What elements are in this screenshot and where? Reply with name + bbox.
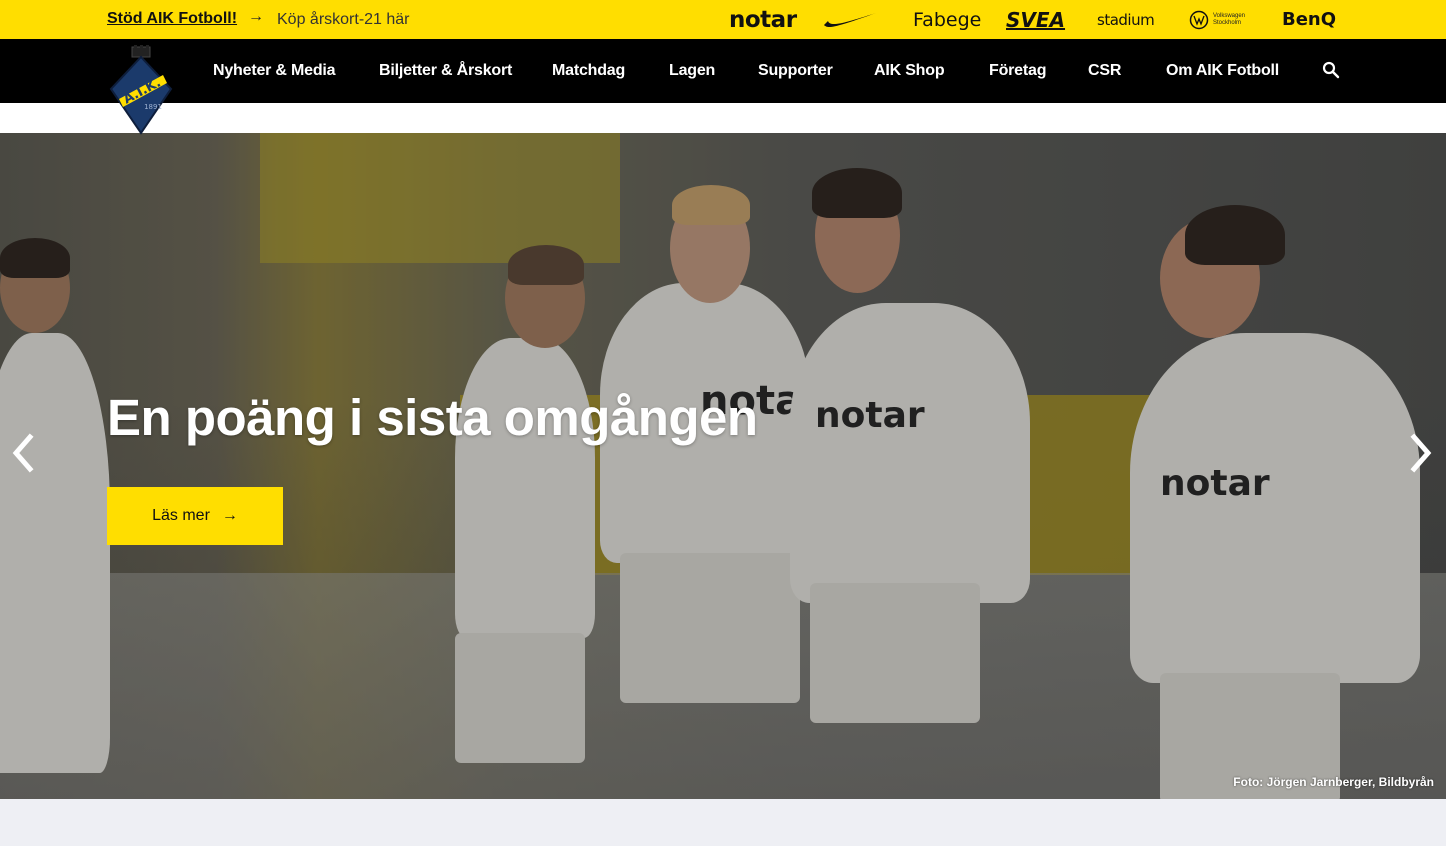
- sponsor-fabege-logo[interactable]: Fabege: [913, 0, 981, 39]
- hero-overlay: [0, 133, 1446, 799]
- read-more-label: Läs mer: [152, 507, 210, 524]
- sponsor-nike-logo[interactable]: [822, 0, 878, 39]
- vw-text-line2: Stockholm: [1213, 19, 1242, 26]
- nav-item-supporter[interactable]: Supporter: [758, 39, 833, 103]
- nav-item-foretag[interactable]: Företag: [989, 39, 1046, 103]
- chevron-right-icon[interactable]: [1408, 431, 1436, 475]
- nav-item-matchdag[interactable]: Matchdag: [552, 39, 625, 103]
- sponsor-notar-logo[interactable]: notar: [729, 0, 797, 39]
- photo-credit: Foto: Jörgen Jarnberger, Bildbyrån: [1233, 775, 1434, 789]
- nav-item-lagen[interactable]: Lagen: [669, 39, 715, 103]
- season-ticket-link[interactable]: Köp årskort-21 här: [277, 11, 410, 29]
- nav-item-om-aik[interactable]: Om AIK Fotboll: [1166, 39, 1279, 103]
- support-link[interactable]: Stöd AIK Fotboll!: [107, 10, 237, 28]
- chevron-left-icon[interactable]: [8, 431, 36, 475]
- sponsor-benq-logo[interactable]: BenQ: [1282, 0, 1336, 39]
- arrow-right-icon: →: [248, 8, 264, 25]
- white-strip: [0, 103, 1446, 133]
- sponsor-svea-logo[interactable]: SVEA: [1006, 0, 1065, 39]
- vw-icon: [1189, 10, 1209, 29]
- read-more-button[interactable]: Läs mer →: [107, 487, 283, 545]
- main-nav: Nyheter & Media Biljetter & Årskort Matc…: [0, 39, 1446, 103]
- nav-item-aik-shop[interactable]: AIK Shop: [874, 39, 945, 103]
- search-icon[interactable]: [1322, 61, 1340, 79]
- sponsor-volkswagen-logo[interactable]: Volkswagen Stockholm: [1189, 0, 1245, 39]
- top-bar: Stöd AIK Fotboll! → Köp årskort-21 här n…: [0, 0, 1446, 39]
- sponsor-stadium-logo[interactable]: stadium: [1097, 0, 1155, 39]
- arrow-right-icon: →: [221, 507, 238, 524]
- svg-text:1891: 1891: [144, 103, 162, 111]
- hero-title: En poäng i sista omgången: [107, 389, 758, 446]
- vw-text-line1: Volkswagen: [1213, 12, 1246, 19]
- nav-item-nyheter[interactable]: Nyheter & Media: [213, 39, 336, 103]
- hero-slider: notar notar notar En poäng i sista omgån…: [0, 133, 1446, 799]
- nav-item-biljetter[interactable]: Biljetter & Årskort: [379, 39, 512, 103]
- aik-crest-logo[interactable]: A.I.K. 1891: [107, 45, 175, 135]
- nav-item-csr[interactable]: CSR: [1088, 39, 1121, 103]
